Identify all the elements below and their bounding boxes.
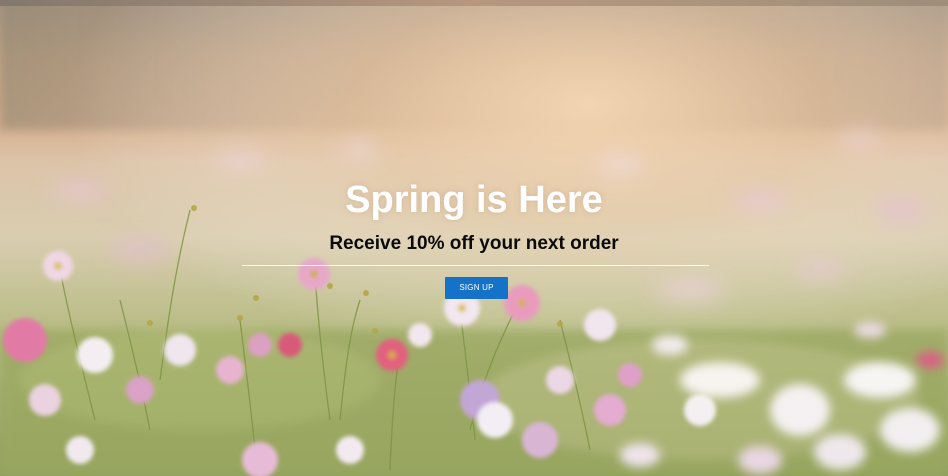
sign-up-button[interactable]: SIGN UP	[445, 277, 508, 299]
promo-subtitle: Receive 10% off your next order	[329, 233, 619, 254]
promo-content: Spring is Here Receive 10% off your next…	[0, 0, 948, 476]
divider	[242, 265, 709, 266]
promo-title: Spring is Here	[345, 179, 603, 221]
hero-banner: Spring is Here Receive 10% off your next…	[0, 0, 948, 476]
